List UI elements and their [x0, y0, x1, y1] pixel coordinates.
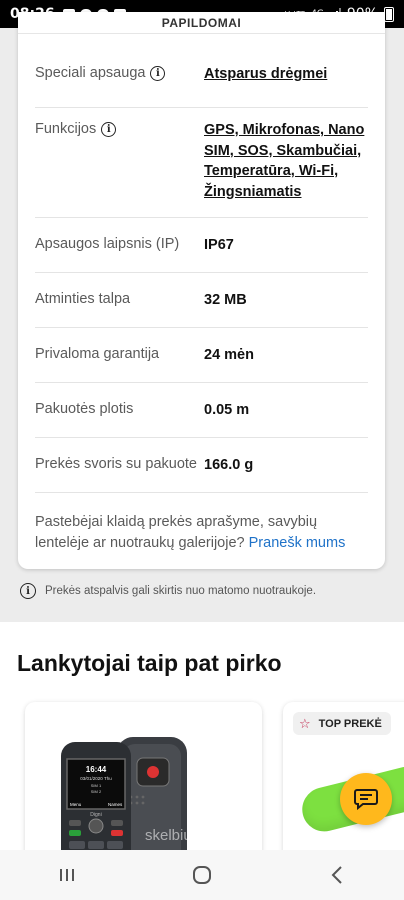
phone-screen-names: Names — [108, 802, 123, 807]
product-card[interactable]: 16:44 03/01/2020 Thu SIM 1 SIM 2 Menu Na… — [25, 702, 262, 862]
watermark-text: skelbiu.lt — [145, 827, 204, 844]
spec-row: Privaloma garantija 24 mėn — [35, 328, 368, 383]
spec-value-link[interactable]: Atsparus drėgmei — [204, 64, 368, 85]
section-title: Lankytojai taip pat pirko — [17, 650, 282, 676]
spec-row: Pakuotės plotis 0.05 m — [35, 383, 368, 438]
recent-apps-icon — [60, 869, 75, 881]
home-icon — [192, 866, 211, 884]
recent-apps-button[interactable] — [37, 855, 97, 895]
spec-value: 166.0 g — [204, 457, 254, 473]
spec-value: IP67 — [204, 237, 234, 253]
recommendations-section: Lankytojai taip pat pirko 16:44 03/01/20… — [0, 622, 404, 862]
spec-label: Funkcijos i — [35, 121, 117, 137]
info-icon[interactable]: i — [101, 121, 117, 137]
phone-screen-sim2: SIM 2 — [91, 789, 102, 794]
spec-label: Speciali apsauga i — [35, 65, 166, 81]
spec-row: Prekės svoris su pakuote 166.0 g — [35, 438, 368, 493]
spec-label: Pakuotės plotis — [35, 401, 134, 417]
chat-icon — [354, 789, 378, 810]
star-icon: ☆ — [299, 716, 311, 731]
spec-value: 0.05 m — [204, 402, 250, 418]
spec-row: Apsaugos laipsnis (IP) IP67 — [35, 218, 368, 273]
color-disclaimer-text: Prekės atspalvis gali skirtis nuo matomo… — [45, 585, 317, 597]
phone-screen-sim1: SIM 1 — [91, 783, 102, 788]
spec-label: Prekės svoris su pakuote — [35, 456, 197, 472]
report-link[interactable]: Pranešk mums — [249, 535, 346, 551]
phone-screen-time: 16:44 — [86, 765, 107, 774]
color-disclaimer: i Prekės atspalvis gali skirtis nuo mato… — [20, 583, 316, 599]
report-error-text: Pastebėjai klaidą prekės aprašyme, savyb… — [35, 514, 346, 551]
chat-button[interactable] — [340, 773, 392, 825]
phone-product-image: 16:44 03/01/2020 Thu SIM 1 SIM 2 Menu Na… — [61, 737, 204, 862]
info-icon[interactable]: i — [150, 65, 166, 81]
spec-label: Atminties talpa — [35, 291, 131, 307]
home-button[interactable] — [172, 855, 232, 895]
spec-value-link[interactable]: GPS, Mikrofonas, Nano SIM, SOS, Skambuči… — [204, 120, 368, 202]
spec-row: Funkcijos i GPS, Mikrofonas, Nano SIM, S… — [35, 108, 368, 218]
spec-label: Privaloma garantija — [35, 346, 160, 362]
spec-value: 24 mėn — [204, 347, 254, 363]
phone-brand: Digni — [90, 812, 101, 818]
spec-row: Atminties talpa 32 MB — [35, 273, 368, 328]
phone-screen-date: 03/01/2020 Thu — [80, 776, 112, 781]
spec-row: Speciali apsauga i Atsparus drėgmei — [35, 52, 368, 108]
android-nav-bar — [0, 850, 404, 900]
back-icon — [331, 866, 342, 884]
info-icon: i — [20, 583, 36, 599]
top-product-badge: ☆ TOP PREKĖ — [293, 712, 391, 735]
spec-label: Apsaugos laipsnis (IP) — [35, 236, 180, 252]
phone-screen-menu: Menu — [70, 802, 82, 807]
spec-value: 32 MB — [204, 292, 247, 308]
spec-card: PAPILDOMAI Speciali apsauga i Atsparus d… — [18, 12, 385, 569]
spec-card-header: PAPILDOMAI — [18, 12, 385, 34]
back-button[interactable] — [307, 855, 367, 895]
battery-icon — [384, 6, 394, 22]
